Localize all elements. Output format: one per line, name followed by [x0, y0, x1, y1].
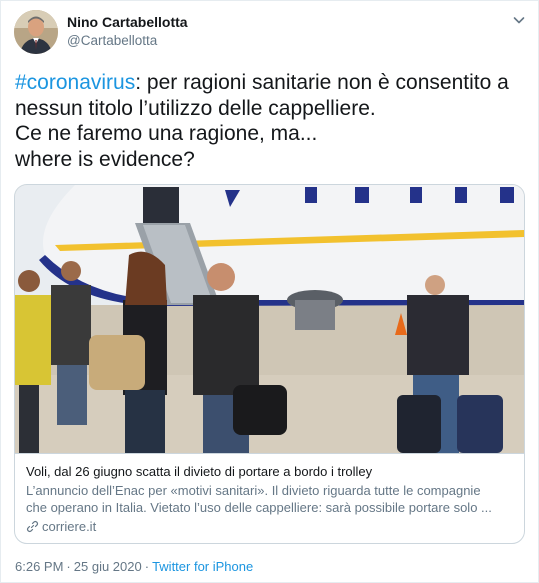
- author-name[interactable]: Nino Cartabellotta: [67, 14, 188, 30]
- tweet-time[interactable]: 6:26 PM: [15, 559, 63, 574]
- tweet-line-1-text: : per ragioni sanitarie non è consentito…: [135, 71, 509, 94]
- author-handle[interactable]: @Cartabellotta: [67, 33, 157, 48]
- card-title: Voli, dal 26 giugno scatta il divieto di…: [26, 464, 373, 479]
- meta-separator-1: ·: [66, 559, 71, 574]
- link-card[interactable]: Voli, dal 26 giugno scatta il divieto di…: [14, 184, 525, 544]
- card-domain-text: corriere.it: [42, 519, 97, 534]
- card-image[interactable]: [15, 185, 524, 453]
- tweet-source[interactable]: Twitter for iPhone: [152, 559, 253, 574]
- card-description-line-1: L’annuncio dell’Enac per «motivi sanitar…: [26, 483, 481, 498]
- card-domain: corriere.it: [26, 518, 513, 535]
- meta-separator-2: ·: [144, 559, 150, 574]
- tweet-line-4: where is evidence?: [15, 147, 195, 171]
- tweet-line-3: Ce ne faremo una ragione, ma...: [15, 122, 318, 145]
- airport-boarding-photo-icon: [15, 185, 524, 453]
- card-description: L’annuncio dell’Enac per «motivi sanitar…: [26, 482, 513, 516]
- profile-photo-icon: [14, 10, 58, 54]
- tweet-date[interactable]: 25 giu 2020: [74, 559, 142, 574]
- tweet-line-2: nessun titolo l’utilizzo delle cappellie…: [15, 96, 376, 120]
- author-avatar[interactable]: [14, 10, 58, 54]
- hashtag-link[interactable]: #coronavirus: [15, 71, 135, 94]
- tweet-text: #coronavirus: per ragioni sanitarie non …: [15, 70, 527, 172]
- chevron-down-icon: [513, 17, 525, 24]
- card-body[interactable]: Voli, dal 26 giugno scatta il divieto di…: [15, 453, 524, 543]
- tweet: Nino Cartabellotta @Cartabellotta #coron…: [0, 0, 539, 583]
- link-icon: [26, 520, 39, 533]
- tweet-menu-button[interactable]: [511, 12, 527, 28]
- tweet-meta: 6:26 PM · 25 giu 2020 · Twitter for iPhone: [15, 559, 253, 574]
- tweet-line-1: #coronavirus: per ragioni sanitarie non …: [15, 70, 527, 96]
- card-description-line-2: che operano in Italia. Vietato l’uso del…: [26, 500, 492, 515]
